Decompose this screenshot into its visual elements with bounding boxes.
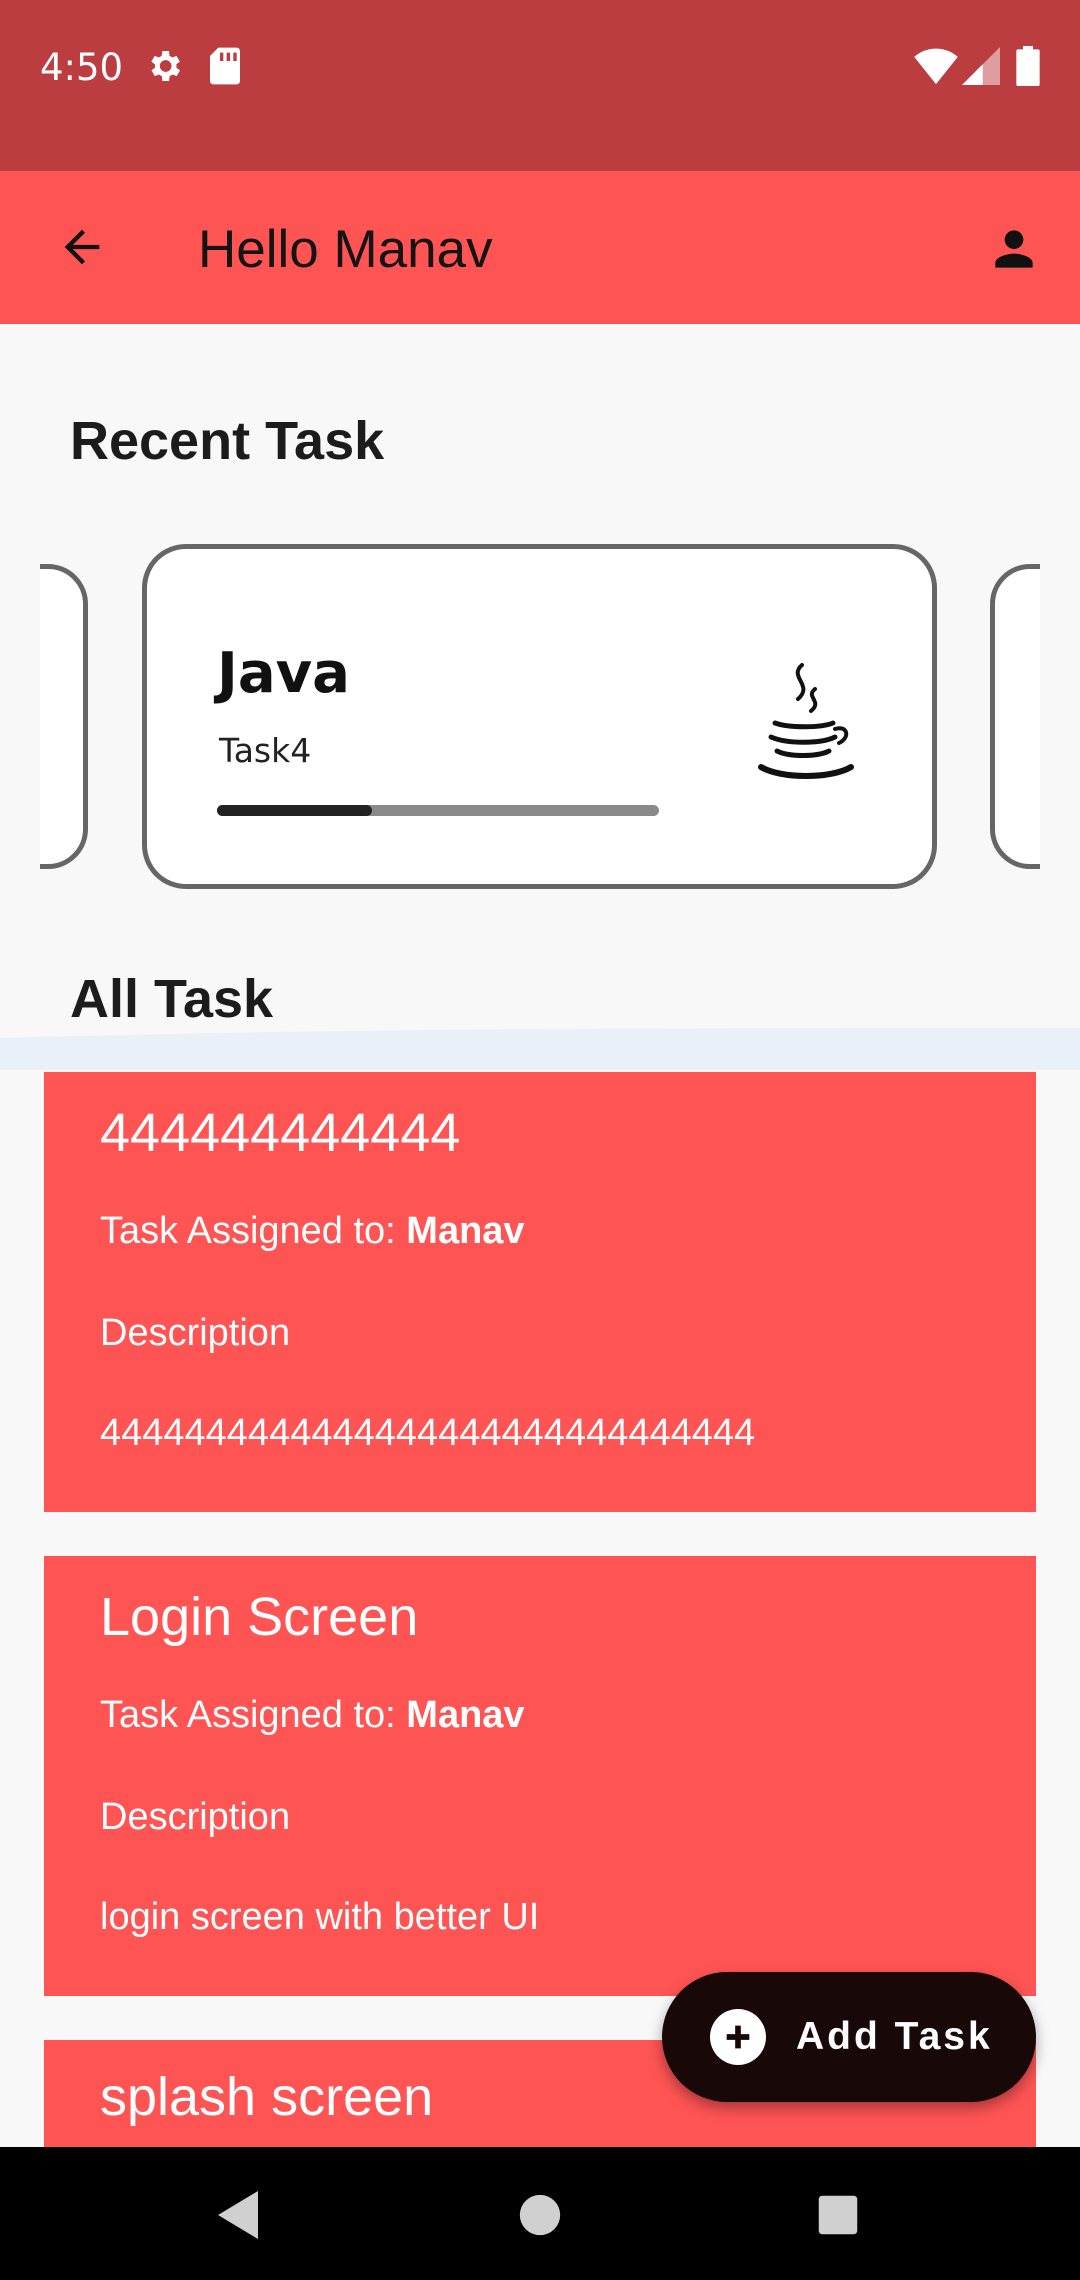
system-nav-bar <box>0 2147 1080 2280</box>
recents-square-icon <box>818 2195 858 2235</box>
assigned-label: Task Assigned to: <box>100 1694 396 1736</box>
app-bar: Hello Manav <box>0 171 1080 324</box>
progress-fill <box>217 805 372 816</box>
recent-card-title: Java <box>217 641 350 706</box>
sd-card-icon <box>208 46 242 91</box>
home-circle-icon <box>519 2194 561 2236</box>
battery-icon <box>1016 46 1040 91</box>
recent-task-card[interactable]: Java Task4 <box>142 544 937 889</box>
task-description: 4444444444444444444444444444444 <box>100 1412 756 1454</box>
nav-back-button[interactable] <box>202 2177 278 2253</box>
signal-icon <box>962 46 1000 91</box>
recent-task-card-next[interactable] <box>990 564 1040 869</box>
recent-task-card-prev[interactable] <box>40 564 88 869</box>
back-button[interactable] <box>44 209 120 285</box>
recent-card-progress <box>217 805 659 816</box>
status-bar: 4:50 <box>0 0 1080 171</box>
task-title: Login Screen <box>100 1587 419 1647</box>
page-title: Hello Manav <box>198 220 493 279</box>
add-task-label: Add Task <box>796 2015 993 2058</box>
person-icon <box>995 230 1033 268</box>
add-task-button[interactable]: Add Task <box>662 1972 1036 2102</box>
nav-recents-button[interactable] <box>800 2177 876 2253</box>
recent-task-carousel[interactable]: Java Task4 <box>40 540 1040 900</box>
description-label: Description <box>100 1312 291 1354</box>
task-description: login screen with better UI <box>100 1896 540 1938</box>
wifi-icon <box>914 46 958 91</box>
task-title: splash screen <box>100 2067 434 2127</box>
assignee-name: Manav <box>406 1694 525 1736</box>
nav-home-button[interactable] <box>502 2177 578 2253</box>
settings-icon <box>144 46 184 91</box>
status-time: 4:50 <box>40 46 124 89</box>
java-logo-icon <box>758 663 854 779</box>
description-label: Description <box>100 1796 291 1838</box>
task-card[interactable]: Login Screen Task Assigned to: Manav Des… <box>44 1556 1036 1996</box>
task-assigned: Task Assigned to: Manav <box>100 1210 525 1253</box>
task-assigned: Task Assigned to: Manav <box>100 1694 525 1737</box>
task-title: 444444444444 <box>100 1103 461 1163</box>
recent-task-heading: Recent Task <box>70 411 385 471</box>
section-divider <box>0 1028 1080 1070</box>
profile-button[interactable] <box>976 211 1052 287</box>
recent-card-subtitle: Task4 <box>219 731 312 770</box>
assignee-name: Manav <box>406 1210 525 1252</box>
arrow-back-icon <box>64 229 100 265</box>
back-triangle-icon <box>218 2191 258 2239</box>
assigned-label: Task Assigned to: <box>100 1210 396 1252</box>
task-card[interactable]: 444444444444 Task Assigned to: Manav Des… <box>44 1072 1036 1512</box>
add-circle-icon <box>710 2009 766 2065</box>
